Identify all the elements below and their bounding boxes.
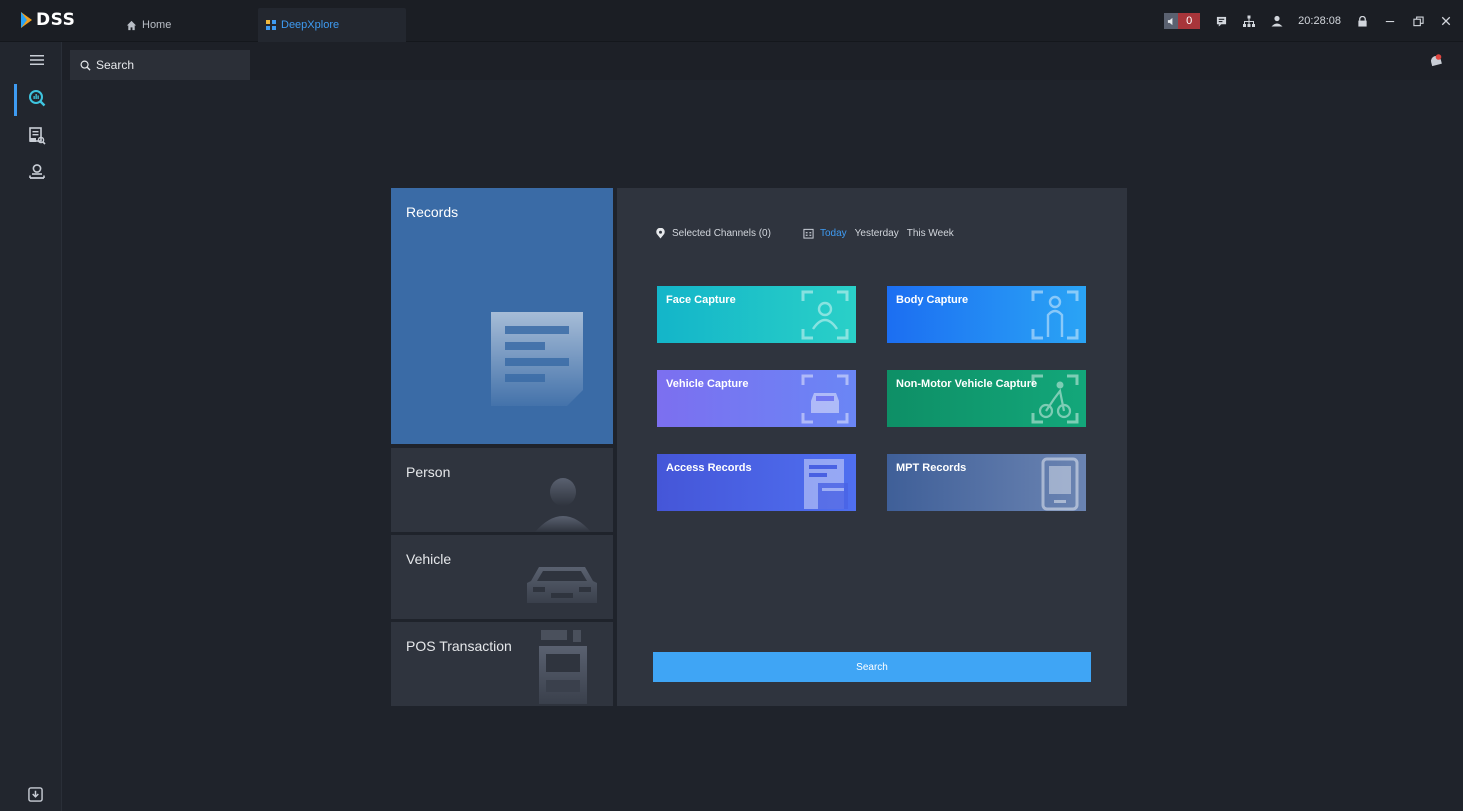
date-option-this-week[interactable]: This Week [907,228,954,239]
hamburger-menu-icon [30,53,44,71]
app-logo: DSS [20,9,75,31]
search-button[interactable]: Search [653,652,1091,682]
alarm-counter[interactable]: 0 [1164,13,1201,29]
person-silhouette-icon [535,478,591,532]
access-records-tile[interactable]: Access Records [657,454,856,511]
message-icon[interactable] [1214,14,1228,28]
grid-icon [266,20,276,30]
mpt-records-label: MPT Records [896,462,967,474]
network-tree-icon[interactable] [1242,14,1256,28]
dss-logo-icon [21,12,32,28]
body-frame-icon [1031,290,1079,340]
pos-terminal-icon [539,630,587,704]
search-icon [80,60,91,71]
deepxplore-search-icon [28,89,46,112]
selected-channels-link[interactable]: Selected Channels (0) [672,228,771,239]
calendar-icon [803,228,814,239]
sidebar-item-deepxplore-search[interactable] [0,84,62,116]
close-icon[interactable] [1439,14,1453,28]
tab-home[interactable]: Home [118,8,254,42]
category-vehicle[interactable]: Vehicle [391,535,613,619]
menu-toggle[interactable] [0,46,62,78]
mpt-device-icon [1041,457,1079,511]
notification-bell-icon [1429,54,1443,72]
category-vehicle-label: Vehicle [406,551,452,567]
tab-deepxplore[interactable]: DeepXplore [258,8,406,42]
cyclist-frame-icon [1031,374,1079,424]
app-name: DSS [36,10,76,30]
user-icon[interactable] [1270,14,1284,28]
face-frame-icon [801,290,849,340]
category-person-label: Person [406,464,451,480]
filter-row: Selected Channels (0) Today Yesterday Th… [655,228,962,239]
title-bar: DSS Home DeepXplore 0 20:28:08 [0,0,1463,42]
car-icon [527,567,597,603]
minimize-icon[interactable] [1383,14,1397,28]
non-motor-vehicle-capture-label: Non-Motor Vehicle Capture [896,378,1038,390]
left-sidebar [0,42,62,811]
location-person-icon [28,163,46,186]
category-pos-label: POS Transaction [406,638,512,654]
category-records[interactable]: Records [391,188,613,444]
face-capture-label: Face Capture [666,294,736,306]
access-records-label: Access Records [666,462,752,474]
home-icon [126,20,137,31]
vehicle-capture-tile[interactable]: Vehicle Capture [657,370,856,427]
records-document-icon [491,312,583,406]
location-pin-icon [655,228,666,239]
access-record-icon [804,459,848,509]
record-search-icon [28,126,46,150]
search-row: Search [62,42,1463,80]
restore-icon[interactable] [1411,14,1425,28]
non-motor-vehicle-capture-tile[interactable]: Non-Motor Vehicle Capture [887,370,1086,427]
face-capture-tile[interactable]: Face Capture [657,286,856,343]
lock-icon[interactable] [1355,14,1369,28]
download-button[interactable] [28,787,43,807]
search-input[interactable]: Search [70,50,250,80]
capture-panel: Selected Channels (0) Today Yesterday Th… [617,188,1127,706]
date-option-today[interactable]: Today [820,228,847,239]
sidebar-item-record-search[interactable] [0,122,62,154]
speaker-icon [1164,13,1179,29]
category-pos-transaction[interactable]: POS Transaction [391,622,613,706]
sidebar-item-person-location[interactable] [0,158,62,190]
category-person[interactable]: Person [391,448,613,532]
body-capture-label: Body Capture [896,294,969,306]
date-option-yesterday[interactable]: Yesterday [855,228,899,239]
tab-deepxplore-label: DeepXplore [281,19,340,31]
body-capture-tile[interactable]: Body Capture [887,286,1086,343]
notification-button[interactable] [1429,54,1443,73]
download-icon [28,787,43,806]
tab-home-label: Home [142,19,172,31]
title-bar-tools: 0 20:28:08 [1164,0,1453,42]
vehicle-capture-label: Vehicle Capture [666,378,749,390]
clock-time: 20:28:08 [1298,15,1341,27]
category-records-label: Records [406,204,459,220]
vehicle-frame-icon [801,374,849,424]
mpt-records-tile[interactable]: MPT Records [887,454,1086,511]
search-placeholder: Search [96,58,135,72]
alarm-count: 0 [1178,13,1201,29]
